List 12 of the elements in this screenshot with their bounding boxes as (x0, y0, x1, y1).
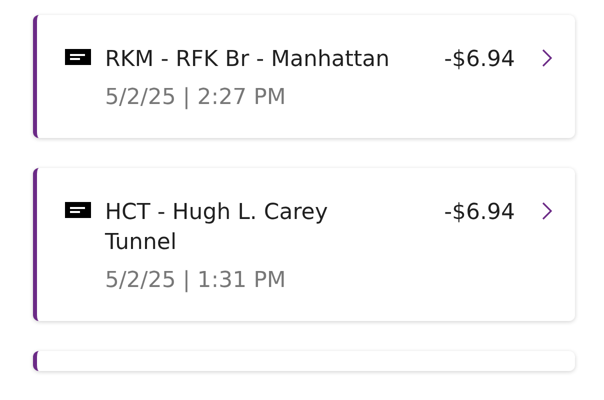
chevron-right-icon (541, 49, 553, 67)
transaction-date: 5/2/25 | 2:27 PM (105, 84, 287, 112)
transaction-title: HCT - Hugh L. Carey Tunnel (105, 199, 329, 257)
transaction-card[interactable]: HCT - Hugh L. Carey Tunnel -$6.94 5/2/25 | 1:31 PM (33, 168, 575, 321)
transaction-amount: -$6.94 (444, 199, 515, 227)
transaction-title: RKM - RFK Br - Manhattan (105, 46, 391, 74)
message-icon (65, 202, 91, 218)
chevron-right-icon (541, 202, 553, 220)
transaction-date: 5/2/25 | 1:31 PM (105, 267, 287, 295)
transaction-amount: -$6.94 (444, 46, 515, 74)
message-icon (65, 49, 91, 65)
transaction-card[interactable]: RKM - RFK Br - Manhattan -$6.94 5/2/25 | 2:27 PM (33, 15, 575, 138)
